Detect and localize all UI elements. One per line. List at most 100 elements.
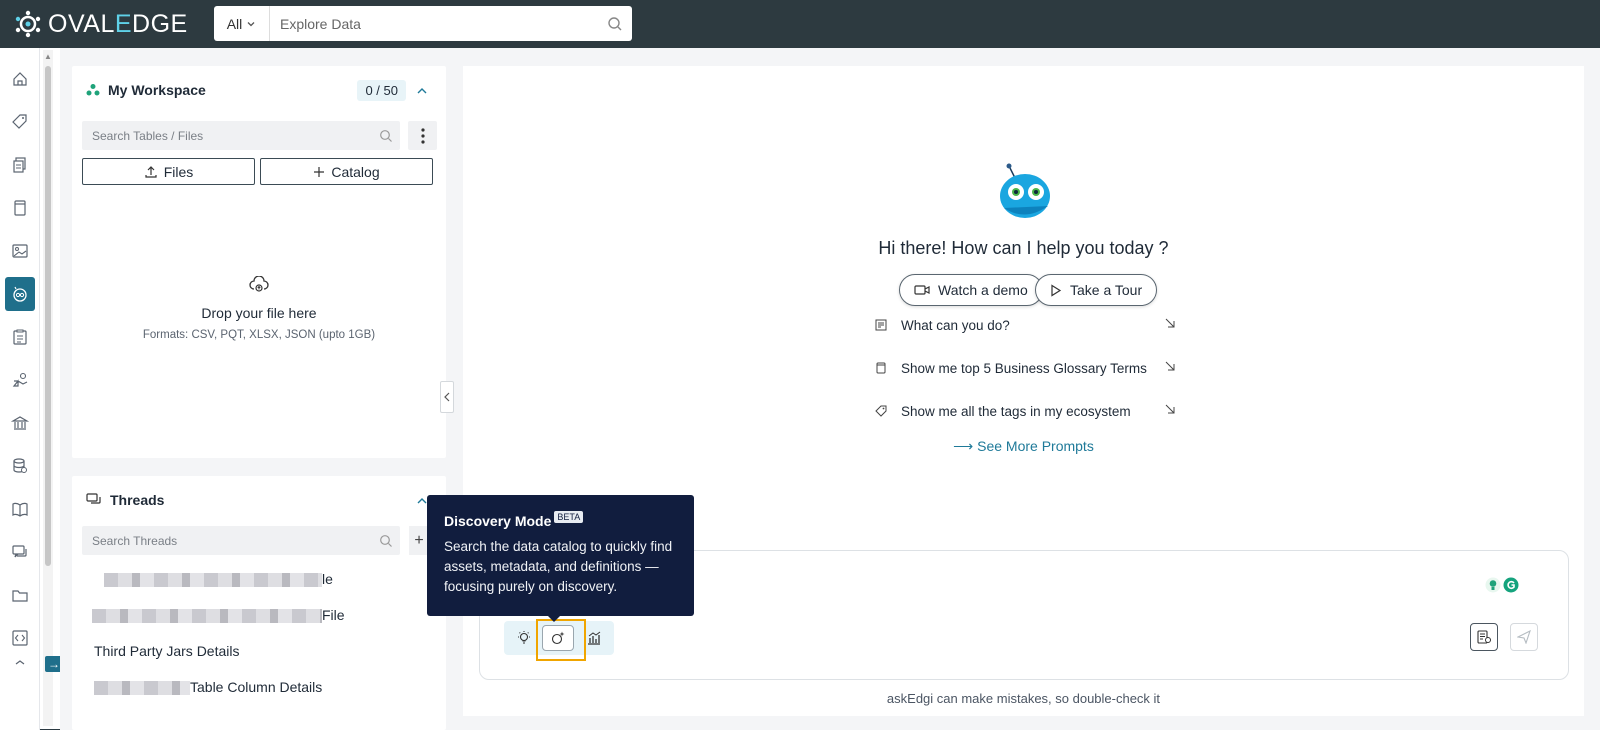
- code-icon: [12, 630, 28, 646]
- rail-item-book[interactable]: [5, 191, 35, 225]
- rail-item-database[interactable]: [5, 449, 35, 483]
- collapse-sidebar-button[interactable]: [440, 381, 454, 413]
- tooltip-description: Search the data catalog to quickly find …: [444, 539, 673, 594]
- tooltip-caret: [548, 616, 560, 622]
- image-report-icon: [12, 244, 28, 258]
- watch-demo-button[interactable]: Watch a demo: [899, 274, 1043, 306]
- threads-panel: Threads + le File Third Party Jars Detai…: [72, 476, 446, 730]
- workspace-column: My Workspace 0 / 50 Files Catalog Drop y…: [60, 48, 493, 730]
- see-more-prompts-link[interactable]: ⟶ See More Prompts: [463, 438, 1584, 455]
- play-icon: [1051, 283, 1062, 297]
- hint-icon[interactable]: [1485, 577, 1501, 593]
- send-button[interactable]: [1510, 623, 1538, 651]
- rail-item-documents[interactable]: [5, 148, 35, 182]
- prompt-what-can-you-do[interactable]: What can you do?: [875, 314, 1175, 336]
- chart-icon: [588, 631, 601, 645]
- kebab-menu-icon: [420, 127, 425, 144]
- book-icon: [14, 200, 26, 216]
- cloud-upload-icon: [249, 275, 269, 292]
- threads-icon: [86, 493, 101, 504]
- rail-item-checklist[interactable]: [5, 320, 35, 354]
- thread-item[interactable]: Third Party Jars Details: [94, 643, 239, 659]
- prompt-tags-ecosystem[interactable]: Show me all the tags in my ecosystem: [875, 400, 1175, 422]
- take-tour-button[interactable]: Take a Tour: [1035, 274, 1158, 306]
- search-icon[interactable]: [372, 129, 400, 143]
- database-icon: [13, 458, 27, 473]
- composer-extensions: [1485, 577, 1519, 593]
- open-book-icon: [12, 502, 28, 517]
- disclaimer-text: askEdgi can make mistakes, so double-che…: [886, 691, 1161, 706]
- threads-search: [82, 526, 400, 555]
- search-threads-input[interactable]: [82, 533, 372, 548]
- rail-item-code[interactable]: [5, 621, 35, 655]
- askedgi-icon: [13, 286, 27, 302]
- documents-icon: [13, 157, 26, 173]
- thread-item[interactable]: Table Column Details: [94, 679, 322, 696]
- rail-item-folder[interactable]: [5, 578, 35, 612]
- file-drop-zone[interactable]: Drop your file here Formats: CSV, PQT, X…: [72, 275, 446, 341]
- home-icon: [13, 72, 27, 86]
- glossary-icon: [876, 362, 886, 374]
- askedgi-mascot-icon: [1000, 163, 1050, 218]
- rail-item-image-report[interactable]: [5, 234, 35, 268]
- logo-text: OVALEDGE: [48, 9, 188, 38]
- rail-item-hand[interactable]: [5, 363, 35, 397]
- rail-item-more[interactable]: [5, 654, 35, 668]
- arrow-down-right-icon: [1165, 361, 1175, 371]
- tag-icon: [875, 405, 887, 417]
- workspace-header: My Workspace: [86, 82, 206, 98]
- attach-context-button[interactable]: [1470, 623, 1498, 651]
- prompt-glossary-terms[interactable]: Show me top 5 Business Glossary Terms: [875, 357, 1175, 379]
- tag-icon: [12, 114, 27, 129]
- grammarly-icon[interactable]: [1503, 577, 1519, 593]
- upload-files-button[interactable]: Files: [82, 158, 255, 185]
- rail-item-chat[interactable]: [5, 535, 35, 569]
- workspace-count-badge: 0 / 50: [357, 80, 406, 101]
- thread-item[interactable]: le: [104, 571, 333, 588]
- search-icon[interactable]: [598, 16, 632, 32]
- global-search: All: [214, 6, 632, 41]
- workspace-search: [82, 121, 400, 150]
- redacted-text: [104, 573, 322, 588]
- rail-item-home[interactable]: [5, 62, 35, 96]
- folder-icon: [12, 590, 28, 602]
- workspace-more-button[interactable]: [408, 121, 437, 150]
- threads-header: Threads: [86, 492, 164, 508]
- drop-formats: Formats: CSV, PQT, XLSX, JSON (upto 1GB): [142, 329, 376, 341]
- search-icon[interactable]: [372, 534, 400, 548]
- rail-item-tag[interactable]: [5, 105, 35, 139]
- new-thread-button[interactable]: +: [409, 526, 429, 555]
- left-nav-rail: [0, 48, 40, 730]
- tooltip-title: Discovery Mode BETA: [444, 511, 677, 529]
- workspace-title: My Workspace: [108, 82, 206, 98]
- explore-data-input[interactable]: [270, 15, 598, 32]
- chevron-down-icon: [247, 21, 255, 26]
- lightbulb-icon: [518, 631, 530, 644]
- redacted-text: [94, 681, 190, 696]
- rail-item-askedgi[interactable]: [5, 277, 35, 311]
- search-scope-dropdown[interactable]: All: [214, 6, 270, 41]
- plus-icon: [314, 166, 325, 177]
- thread-item[interactable]: File: [92, 607, 345, 624]
- hand-icon: [12, 372, 28, 387]
- arrow-down-right-icon: [1165, 404, 1175, 414]
- rail-item-open-book[interactable]: [5, 492, 35, 526]
- search-tables-input[interactable]: [82, 128, 372, 143]
- more-icon: [15, 660, 25, 665]
- chevron-up-icon: [417, 88, 427, 94]
- beta-badge: BETA: [554, 511, 584, 523]
- upload-icon: [145, 165, 157, 178]
- document-icon: [1477, 630, 1491, 644]
- notes-icon: [875, 319, 887, 331]
- add-catalog-button[interactable]: Catalog: [260, 158, 433, 185]
- chevron-left-icon: [444, 392, 450, 402]
- collapse-workspace-button[interactable]: [416, 84, 428, 102]
- redacted-text: [92, 609, 322, 624]
- greeting-text: Hi there! How can I help you today ?: [878, 238, 1169, 258]
- rail-item-bank[interactable]: [5, 406, 35, 440]
- threads-title: Threads: [110, 492, 165, 508]
- workspace-panel: My Workspace 0 / 50 Files Catalog Drop y…: [72, 66, 446, 458]
- bank-icon: [11, 416, 29, 430]
- rail-scrollbar[interactable]: ▲: [43, 50, 53, 726]
- ovaledge-logo[interactable]: OVALEDGE: [14, 9, 188, 39]
